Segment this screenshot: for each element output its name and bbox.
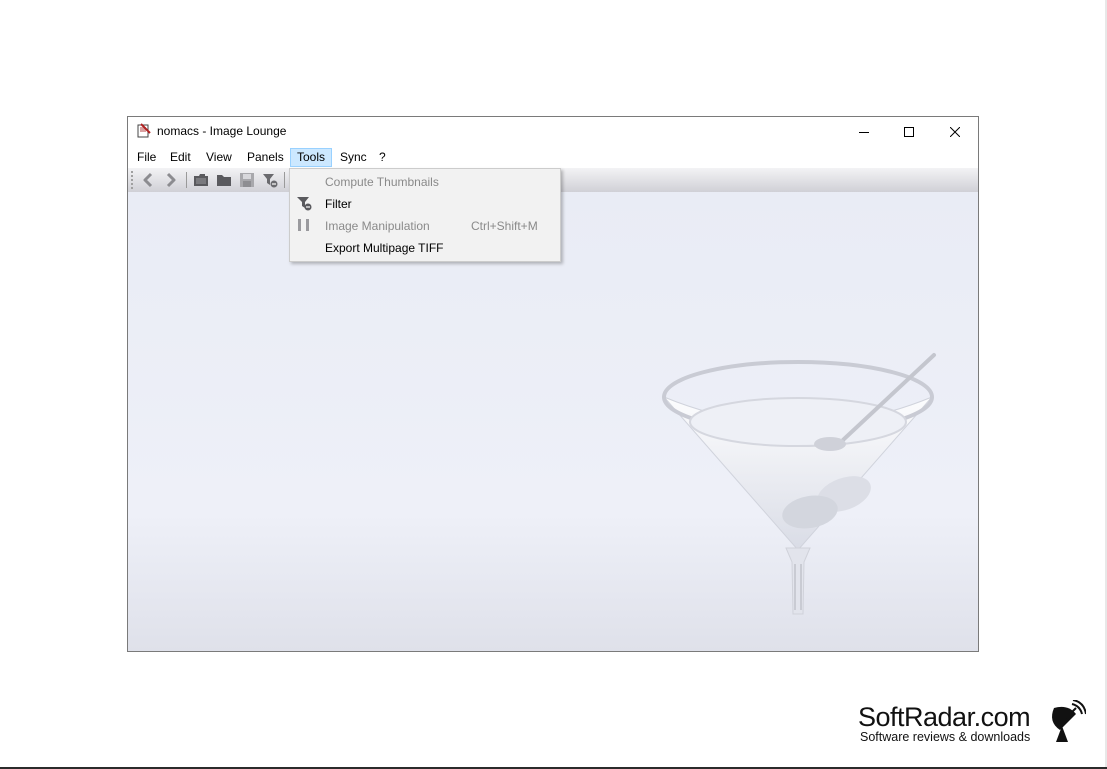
softradar-tagline: Software reviews & downloads [860, 730, 1031, 744]
save-icon[interactable] [239, 172, 255, 188]
menu-item-label: Image Manipulation [325, 219, 430, 233]
close-icon [950, 126, 960, 137]
manipulation-icon [298, 219, 309, 231]
minimize-icon [859, 131, 869, 133]
toolbar-separator [284, 172, 285, 188]
softradar-brand: SoftRadar.com [858, 702, 1031, 732]
maximize-button[interactable] [886, 117, 932, 146]
nomacs-app-icon [137, 123, 151, 138]
filter-icon [297, 197, 312, 211]
menu-panels[interactable]: Panels [241, 148, 290, 167]
menu-file[interactable]: File [131, 148, 162, 167]
maximize-icon [904, 126, 914, 137]
menu-item-export-multipage-tiff[interactable]: Export Multipage TIFF [290, 236, 560, 258]
close-button[interactable] [932, 117, 978, 146]
menu-item-label: Filter [325, 197, 352, 211]
menu-item-filter[interactable]: Filter [290, 192, 560, 214]
open-folder-icon[interactable] [216, 172, 232, 188]
title-bar[interactable]: nomacs - Image Lounge [128, 117, 978, 146]
satellite-dish-icon [1052, 700, 1086, 742]
menu-item-shortcut: Ctrl+Shift+M [471, 219, 538, 233]
menu-item-label: Export Multipage TIFF [325, 241, 444, 255]
filter-icon[interactable] [262, 172, 278, 188]
menu-tools[interactable]: Tools [290, 148, 333, 167]
menu-item-label: Compute Thumbnails [325, 175, 439, 189]
menu-help[interactable]: ? [373, 148, 392, 167]
menu-item-compute-thumbnails[interactable]: Compute Thumbnails [290, 170, 560, 192]
toolbar-grip[interactable] [131, 171, 135, 189]
window-title: nomacs - Image Lounge [157, 124, 287, 138]
back-icon[interactable] [140, 172, 156, 188]
toolbar-separator [186, 172, 187, 188]
tools-dropdown-menu: Compute Thumbnails Filter Image Manipula… [289, 168, 561, 262]
menu-view[interactable]: View [200, 148, 238, 167]
minimize-button[interactable] [841, 117, 887, 146]
open-file-icon[interactable] [193, 172, 209, 188]
menu-item-image-manipulation[interactable]: Image Manipulation Ctrl+Shift+M [290, 214, 560, 236]
menu-sync[interactable]: Sync [334, 148, 373, 167]
menu-bar: File Edit View Panels Tools Sync ? [128, 146, 978, 168]
martini-glass-logo [662, 353, 936, 615]
forward-icon[interactable] [163, 172, 179, 188]
menu-edit[interactable]: Edit [164, 148, 197, 167]
